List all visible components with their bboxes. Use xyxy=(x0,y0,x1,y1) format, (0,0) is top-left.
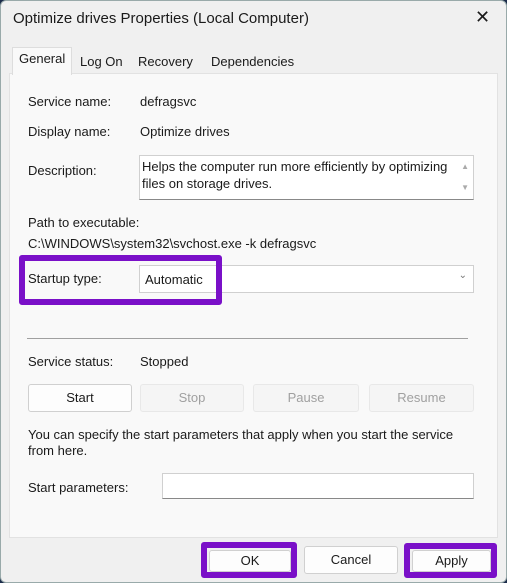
stop-button[interactable]: Stop xyxy=(140,384,244,412)
service-name-value: defragsvc xyxy=(140,94,197,109)
resume-button[interactable]: Resume xyxy=(369,384,474,412)
description-label: Description: xyxy=(28,163,97,178)
display-name-label: Display name: xyxy=(28,124,111,139)
pause-button[interactable]: Pause xyxy=(253,384,359,412)
tab-dependencies[interactable]: Dependencies xyxy=(205,51,301,73)
window-title: Optimize drives Properties (Local Comput… xyxy=(13,10,309,27)
start-params-hint: You can specify the start parameters tha… xyxy=(28,427,454,458)
service-status-value: Stopped xyxy=(140,354,189,369)
start-button[interactable]: Start xyxy=(28,384,132,412)
display-name-value: Optimize drives xyxy=(140,124,230,139)
scroll-down-icon[interactable]: ▼ xyxy=(461,183,469,192)
separator xyxy=(27,338,468,339)
scroll-up-icon[interactable]: ▲ xyxy=(461,162,469,171)
path-value: C:\WINDOWS\system32\svchost.exe -k defra… xyxy=(28,236,317,251)
apply-highlight xyxy=(404,543,497,578)
general-panel xyxy=(9,73,498,538)
service-status-label: Service status: xyxy=(28,354,114,369)
startup-highlight xyxy=(19,255,222,305)
tab-log-on[interactable]: Log On xyxy=(74,51,129,73)
service-name-label: Service name: xyxy=(28,94,112,109)
path-label: Path to executable: xyxy=(28,215,140,230)
properties-dialog: Optimize drives Properties (Local Comput… xyxy=(0,0,507,583)
start-params-input[interactable] xyxy=(162,473,474,499)
description-textbox[interactable]: Helps the computer run more efficiently … xyxy=(139,155,474,200)
chevron-down-icon: ⌄ xyxy=(458,270,467,281)
description-text: Helps the computer run more efficiently … xyxy=(142,159,448,191)
tab-general[interactable]: General xyxy=(12,47,73,75)
start-params-label: Start parameters: xyxy=(28,480,129,495)
close-icon[interactable]: ✕ xyxy=(475,7,490,28)
cancel-button[interactable]: Cancel xyxy=(304,546,398,574)
ok-highlight xyxy=(201,542,297,578)
tab-recovery[interactable]: Recovery xyxy=(132,51,199,73)
